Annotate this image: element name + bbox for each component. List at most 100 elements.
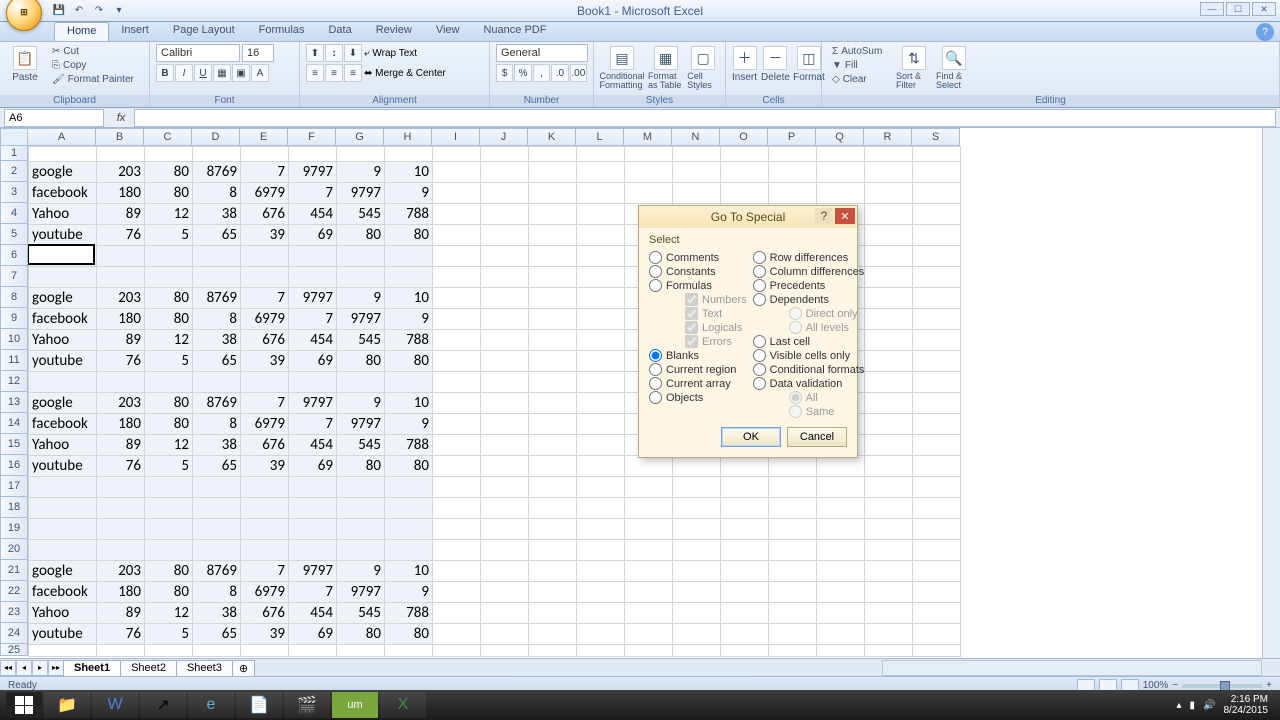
cell[interactable]: 38 <box>193 435 241 456</box>
cell[interactable]: facebook <box>29 183 97 204</box>
col-header-R[interactable]: R <box>864 128 912 146</box>
cell[interactable] <box>481 582 529 603</box>
cell[interactable] <box>433 456 481 477</box>
cell[interactable] <box>721 162 769 183</box>
col-header-F[interactable]: F <box>288 128 336 146</box>
row-header[interactable]: 9 <box>0 308 28 329</box>
cell[interactable]: 203 <box>97 288 145 309</box>
cell[interactable] <box>481 330 529 351</box>
cell[interactable] <box>97 267 145 288</box>
cell[interactable] <box>433 519 481 540</box>
cell[interactable] <box>193 147 241 162</box>
cell[interactable] <box>769 162 817 183</box>
col-header-M[interactable]: M <box>624 128 672 146</box>
cell[interactable] <box>433 225 481 246</box>
cell[interactable] <box>577 561 625 582</box>
row-header[interactable]: 7 <box>0 266 28 287</box>
merge-center-button[interactable]: ⬌ Merge & Center <box>364 68 446 79</box>
cell[interactable] <box>577 351 625 372</box>
cell[interactable] <box>913 309 961 330</box>
cell[interactable] <box>529 477 577 498</box>
cell[interactable]: 7 <box>241 393 289 414</box>
cell[interactable] <box>769 561 817 582</box>
underline-button[interactable]: U <box>194 64 212 82</box>
cell[interactable] <box>29 498 97 519</box>
qat-dropdown-icon[interactable]: ▾ <box>110 3 128 19</box>
cell[interactable] <box>865 183 913 204</box>
row-header[interactable]: 2 <box>0 161 28 182</box>
cell[interactable]: google <box>29 288 97 309</box>
row-header[interactable]: 18 <box>0 497 28 518</box>
cell[interactable] <box>913 582 961 603</box>
cell[interactable]: 80 <box>385 456 433 477</box>
cell[interactable] <box>289 147 337 162</box>
row-header[interactable]: 21 <box>0 560 28 581</box>
cell[interactable]: 180 <box>97 183 145 204</box>
row-header[interactable]: 13 <box>0 392 28 413</box>
cell[interactable] <box>577 435 625 456</box>
row-header[interactable]: 11 <box>0 350 28 371</box>
cell[interactable] <box>337 246 385 267</box>
cell[interactable] <box>289 519 337 540</box>
cell[interactable] <box>769 477 817 498</box>
cell[interactable] <box>481 309 529 330</box>
cell[interactable] <box>721 456 769 477</box>
row-header[interactable]: 19 <box>0 518 28 539</box>
tray-up-icon[interactable]: ▴ <box>1177 700 1182 711</box>
cell[interactable] <box>673 519 721 540</box>
cell[interactable] <box>241 645 289 657</box>
cell[interactable] <box>913 456 961 477</box>
tray-network-icon[interactable]: ▮ <box>1190 700 1196 711</box>
cell[interactable] <box>577 309 625 330</box>
cell[interactable] <box>625 498 673 519</box>
cell[interactable]: 6979 <box>241 582 289 603</box>
cell[interactable] <box>865 351 913 372</box>
cell[interactable] <box>913 624 961 645</box>
cell[interactable]: youtube <box>29 624 97 645</box>
cell[interactable] <box>817 477 865 498</box>
cell[interactable] <box>145 477 193 498</box>
cell[interactable] <box>289 645 337 657</box>
cell[interactable] <box>577 267 625 288</box>
cell[interactable]: 9 <box>385 582 433 603</box>
cell[interactable] <box>721 147 769 162</box>
cell[interactable]: 12 <box>145 435 193 456</box>
cell[interactable] <box>289 477 337 498</box>
cell[interactable]: youtube <box>29 351 97 372</box>
option-visible-cells-only[interactable] <box>753 349 766 362</box>
cell[interactable]: 69 <box>289 351 337 372</box>
cell[interactable] <box>913 267 961 288</box>
option-constants[interactable] <box>649 265 662 278</box>
ribbon-tab-review[interactable]: Review <box>364 22 424 41</box>
cell[interactable]: 545 <box>337 603 385 624</box>
cell[interactable]: 6979 <box>241 183 289 204</box>
option-blanks[interactable] <box>649 349 662 362</box>
cell[interactable] <box>481 645 529 657</box>
cut-button[interactable]: ✂ Cut <box>48 45 138 58</box>
cell[interactable] <box>433 372 481 393</box>
cell[interactable] <box>865 414 913 435</box>
cell[interactable] <box>241 498 289 519</box>
ribbon-tab-view[interactable]: View <box>424 22 472 41</box>
cell[interactable] <box>625 645 673 657</box>
col-header-K[interactable]: K <box>528 128 576 146</box>
col-header-Q[interactable]: Q <box>816 128 864 146</box>
cell[interactable] <box>577 246 625 267</box>
cell[interactable] <box>29 372 97 393</box>
cell[interactable] <box>865 372 913 393</box>
cell[interactable]: 7 <box>289 582 337 603</box>
comma-icon[interactable]: , <box>533 64 550 82</box>
cell[interactable]: 39 <box>241 225 289 246</box>
cell[interactable] <box>769 645 817 657</box>
cell[interactable]: 9797 <box>337 183 385 204</box>
align-right-icon[interactable]: ≡ <box>344 64 362 82</box>
vertical-scrollbar[interactable] <box>1262 128 1280 658</box>
font-name-combo[interactable]: Calibri <box>156 44 240 62</box>
cell[interactable]: 7 <box>289 309 337 330</box>
cell[interactable] <box>337 372 385 393</box>
cell[interactable] <box>481 414 529 435</box>
cell[interactable] <box>145 519 193 540</box>
start-button[interactable] <box>6 692 42 718</box>
cell[interactable]: 5 <box>145 351 193 372</box>
cell[interactable] <box>577 519 625 540</box>
